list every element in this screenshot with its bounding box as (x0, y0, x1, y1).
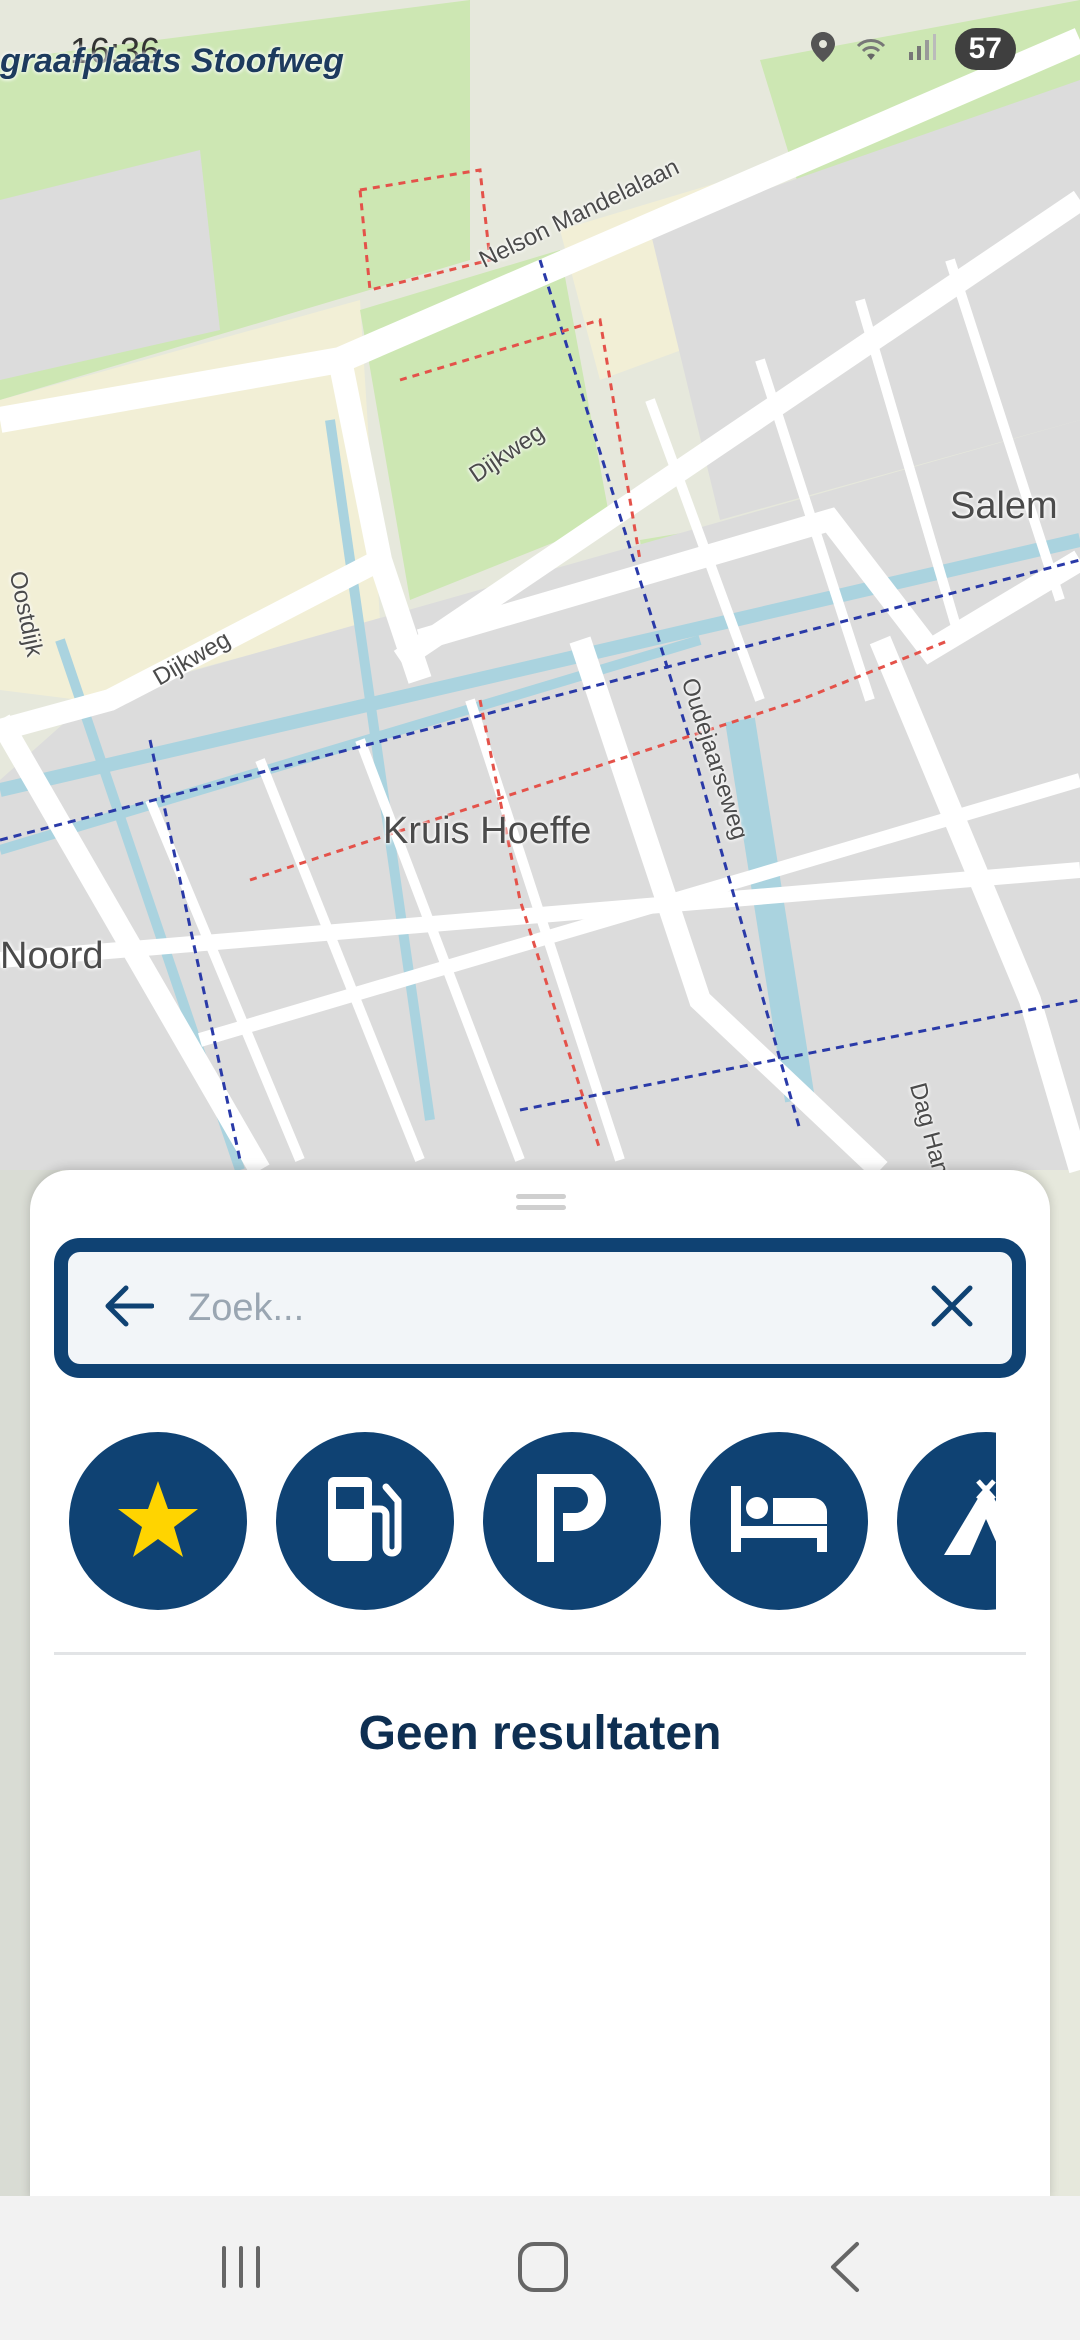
category-lodging-button[interactable] (690, 1432, 868, 1610)
map-label-graafplaats: graafplaats Stoofweg (0, 42, 344, 80)
signal-icon (907, 32, 937, 67)
system-nav-bar (0, 2196, 1080, 2340)
category-camping-button[interactable] (897, 1432, 996, 1610)
map-label-noord: Noord (0, 935, 104, 977)
star-icon (116, 1479, 200, 1564)
category-favorites-button[interactable] (69, 1432, 247, 1610)
recent-apps-button[interactable] (196, 2232, 286, 2306)
arrow-left-icon (102, 1284, 155, 1333)
back-icon (825, 2240, 865, 2299)
clear-search-button[interactable] (892, 1252, 1012, 1364)
recent-apps-icon (216, 2242, 266, 2297)
category-parking-button[interactable] (483, 1432, 661, 1610)
divider (54, 1652, 1026, 1655)
home-button[interactable] (498, 2232, 588, 2306)
drag-handle[interactable] (516, 1194, 566, 1210)
fuel-pump-icon (320, 1471, 410, 1572)
wifi-icon (853, 32, 889, 67)
search-input[interactable] (188, 1252, 892, 1364)
status-icons: 57 (810, 28, 1016, 70)
category-strip[interactable] (30, 1432, 996, 1616)
close-icon (930, 1284, 974, 1333)
parking-icon (536, 1468, 607, 1569)
home-icon (516, 2240, 570, 2299)
back-button[interactable] (800, 2232, 890, 2306)
battery-icon: 57 (954, 28, 1016, 70)
status-bar: 16:36 graafplaats Stoofweg 57 (0, 0, 1080, 110)
back-arrow-button[interactable] (68, 1252, 188, 1364)
bed-icon (729, 1484, 829, 1559)
map-label-salem: Salem (950, 485, 1058, 527)
tent-icon (938, 1478, 996, 1564)
map-label-kruis-hoeffe: Kruis Hoeffe (383, 810, 592, 852)
category-fuel-button[interactable] (276, 1432, 454, 1610)
search-sheet: Geen resultaten (30, 1170, 1050, 2200)
no-results-text: Geen resultaten (358, 1707, 722, 1760)
location-icon (810, 31, 835, 67)
search-bar (54, 1238, 1026, 1378)
